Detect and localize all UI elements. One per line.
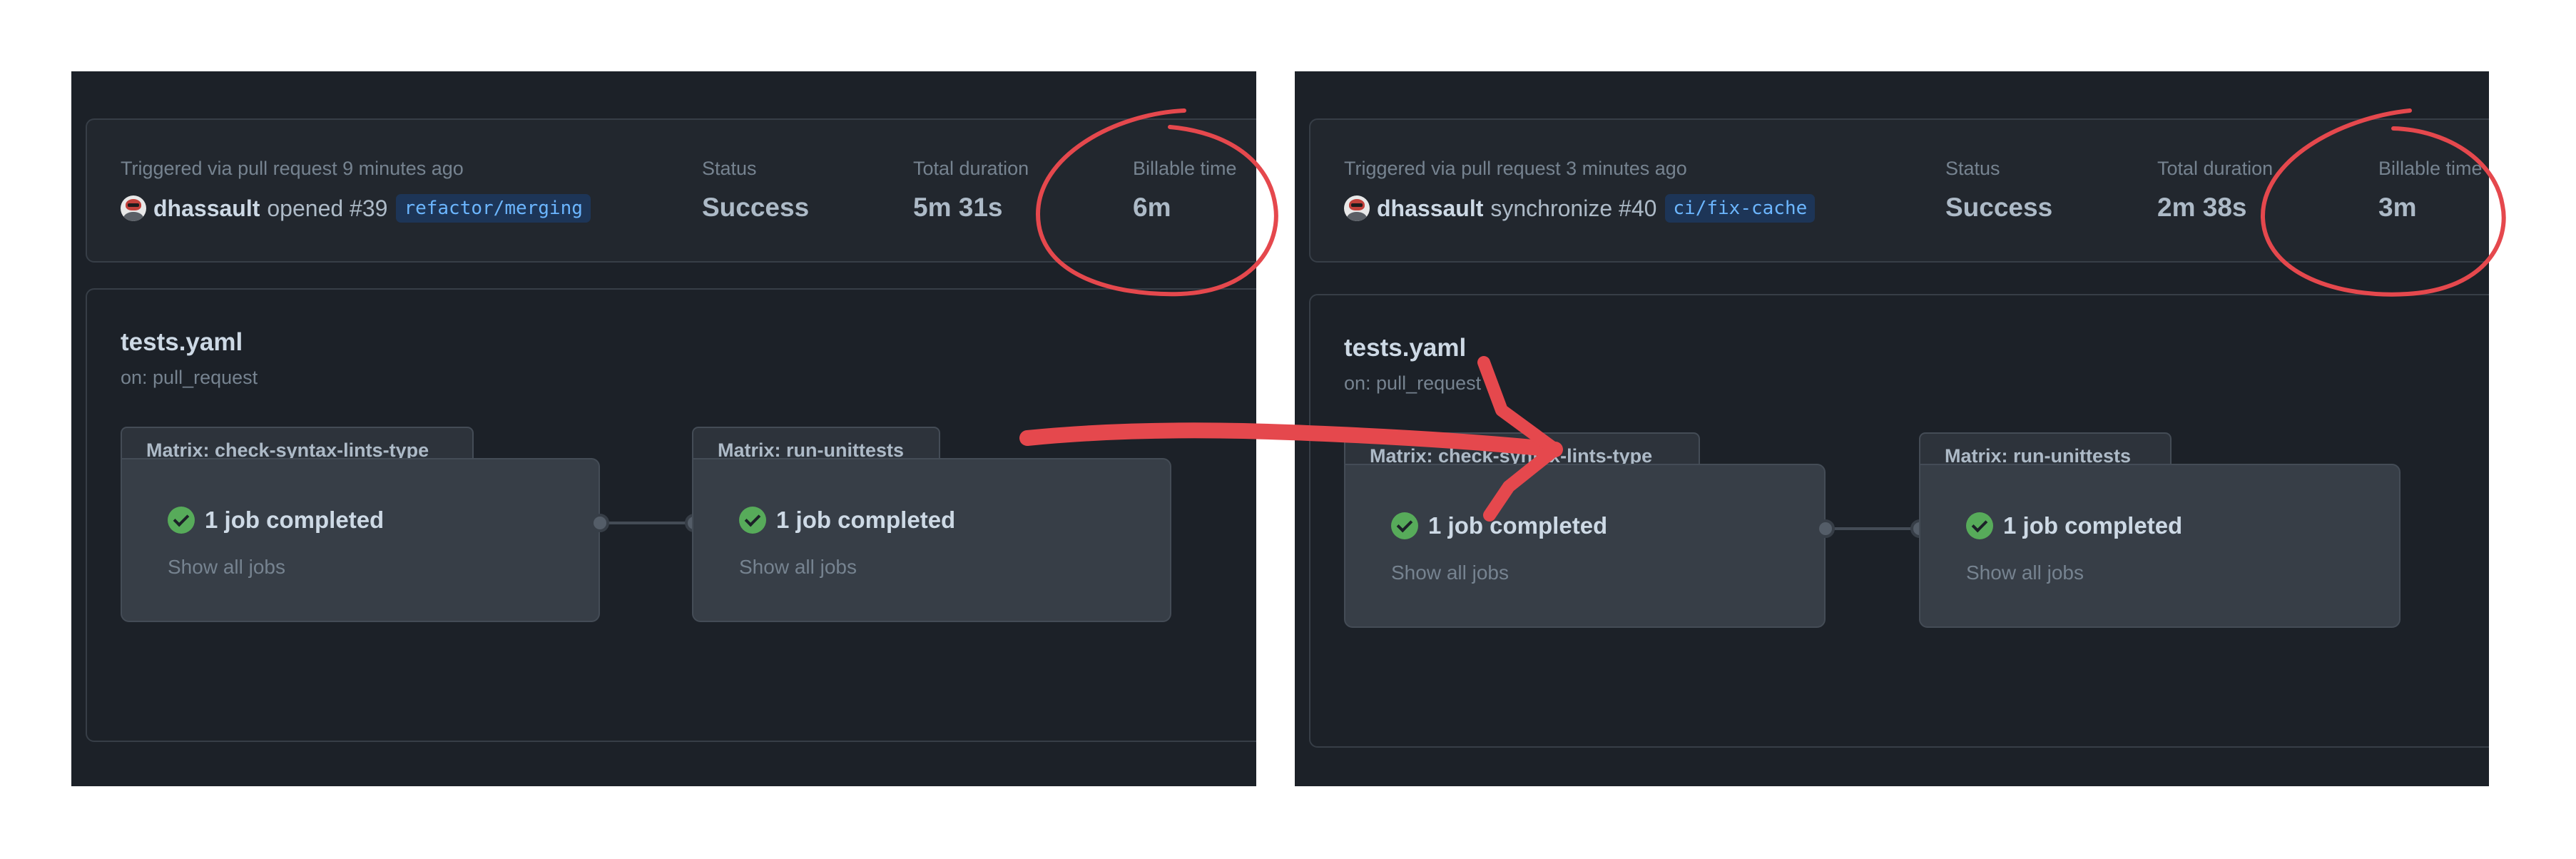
workflow-trigger: on: pull_request (1344, 372, 1482, 394)
check-circle-icon (739, 507, 766, 534)
workflow-title: tests.yaml (1344, 334, 1467, 362)
trigger-text: Triggered via pull request 3 minutes ago (1344, 158, 1687, 179)
job-status-row[interactable]: 1 job completed (739, 507, 955, 534)
billable-value: 6m (1133, 193, 1171, 222)
duration-value[interactable]: 2m 38s (2157, 193, 2247, 223)
workflow-trigger: on: pull_request (121, 367, 258, 388)
branch-badge[interactable]: ci/fix-cache (1665, 194, 1816, 223)
avatar[interactable] (1344, 195, 1370, 221)
billable-label: Billable time (2378, 158, 2483, 179)
show-all-jobs-link[interactable]: Show all jobs (739, 556, 857, 579)
duration-label: Total duration (2157, 158, 2274, 179)
matrix-job-box[interactable]: 1 job completed Show all jobs (1919, 464, 2401, 628)
job-status-text: 1 job completed (776, 507, 956, 533)
show-all-jobs-link[interactable]: Show all jobs (168, 556, 285, 579)
branch-badge[interactable]: refactor/merging (396, 194, 591, 223)
matrix-tab[interactable]: Matrix: check-syntax-lints-type (1344, 432, 1700, 467)
status-value: Success (702, 193, 810, 222)
workflow-run-panel-after: Triggered via pull request 3 minutes ago… (1295, 71, 2489, 786)
duration-value[interactable]: 5m 31s (913, 193, 1003, 223)
matrix-tab[interactable]: Matrix: run-unittests (1919, 432, 2172, 467)
job-status-row[interactable]: 1 job completed (1391, 512, 1607, 539)
actor-row: dhassault opened #39 refactor/merging (121, 194, 591, 223)
run-summary-card: Triggered via pull request 9 minutes ago… (86, 118, 1256, 263)
job-status-text: 1 job completed (205, 507, 385, 533)
billable-value: 3m (2378, 193, 2417, 222)
workflow-graph-card: tests.yaml on: pull_request Matrix: chec… (86, 288, 1256, 742)
matrix-tab[interactable]: Matrix: run-unittests (692, 427, 940, 461)
actor-link[interactable]: dhassault (153, 195, 260, 222)
show-all-jobs-link[interactable]: Show all jobs (1966, 561, 2084, 584)
check-circle-icon (168, 507, 195, 534)
matrix-tab[interactable]: Matrix: check-syntax-lints-type (121, 427, 474, 461)
check-circle-icon (1966, 512, 1993, 539)
status-value: Success (1945, 193, 2053, 222)
event-action[interactable]: synchronize #40 (1490, 195, 1656, 222)
matrix-job-box[interactable]: 1 job completed Show all jobs (692, 458, 1171, 622)
job-status-text: 1 job completed (1428, 512, 1608, 539)
trigger-text: Triggered via pull request 9 minutes ago (121, 158, 464, 179)
check-circle-icon (1391, 512, 1418, 539)
job-connector (1826, 527, 1920, 530)
actor-link[interactable]: dhassault (1377, 195, 1483, 222)
show-all-jobs-link[interactable]: Show all jobs (1391, 561, 1509, 584)
job-connector (600, 522, 694, 524)
connector-dot (591, 514, 609, 532)
duration-label: Total duration (913, 158, 1029, 179)
status-label: Status (702, 158, 757, 179)
workflow-title: tests.yaml (121, 328, 243, 356)
workflow-run-panel-before: Triggered via pull request 9 minutes ago… (71, 71, 1256, 786)
connector-dot (1816, 519, 1835, 538)
billable-label: Billable time (1133, 158, 1237, 179)
status-label: Status (1945, 158, 2000, 179)
actor-row: dhassault synchronize #40 ci/fix-cache (1344, 194, 1816, 223)
matrix-job-box[interactable]: 1 job completed Show all jobs (1344, 464, 1826, 628)
job-status-row[interactable]: 1 job completed (1966, 512, 2182, 539)
job-status-row[interactable]: 1 job completed (168, 507, 384, 534)
matrix-job-box[interactable]: 1 job completed Show all jobs (121, 458, 600, 622)
event-action[interactable]: opened #39 (267, 195, 387, 222)
workflow-graph-card: tests.yaml on: pull_request Matrix: chec… (1309, 294, 2489, 748)
run-summary-card: Triggered via pull request 3 minutes ago… (1309, 118, 2489, 263)
job-status-text: 1 job completed (2003, 512, 2183, 539)
avatar[interactable] (121, 195, 146, 221)
